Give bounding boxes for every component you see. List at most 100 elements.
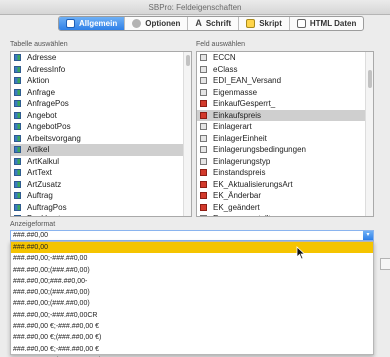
field-icon (200, 203, 207, 211)
list-item-label: Einstandspreis (213, 168, 266, 178)
tables-scrollbar[interactable] (183, 52, 191, 216)
table-icon (14, 65, 21, 73)
field-icon (200, 180, 207, 188)
list-item-label: EK_Änderbar (213, 191, 262, 201)
list-item-label: ArtZusatz (27, 179, 62, 189)
format-option[interactable]: ###.##0,00 €;(###.##0,00 €) (11, 332, 373, 343)
font-icon: A (195, 18, 202, 28)
list-item[interactable]: Eigenmasse (197, 87, 373, 99)
field-icon (200, 157, 207, 165)
list-item-label: EK_AktualisierungsArt (213, 179, 293, 189)
table-icon (14, 180, 21, 188)
list-item[interactable]: EinkaufGesperrt_ (197, 98, 373, 110)
tab-font[interactable]: A Schrift (188, 17, 240, 30)
format-option[interactable]: ###.##0,00 €;-###.##0,00 € (11, 321, 373, 332)
format-combobox[interactable]: ###.##0,00 ▾ (10, 230, 374, 241)
field-icon (200, 169, 207, 177)
field-icon (200, 77, 207, 85)
format-label: Anzeigeformat (10, 221, 56, 228)
fields-scroll-thumb[interactable] (368, 70, 372, 88)
list-item[interactable]: Auftrag (11, 190, 191, 202)
chevron-down-icon[interactable]: ▾ (363, 231, 373, 240)
options-icon (132, 19, 142, 28)
list-item[interactable]: Einlagerart (197, 121, 373, 133)
list-item[interactable]: Anfrage (11, 87, 191, 99)
list-item[interactable]: eClass (197, 64, 373, 76)
tab-script[interactable]: Skript (239, 17, 290, 30)
list-item[interactable]: ArtZusatz (11, 179, 191, 191)
list-item-label: Euro_umgestellt (213, 214, 271, 216)
tab-script-label: Skript (259, 19, 282, 28)
field-icon (200, 111, 207, 119)
format-option[interactable]: ###.##0,00;-###.##0,00CR (11, 310, 373, 321)
format-option[interactable]: ###.##0,00;(###.##0,00) (11, 287, 373, 298)
list-item[interactable]: ArtKalkul (11, 156, 191, 168)
list-item-label: AdressInfo (27, 64, 66, 74)
tab-options[interactable]: Optionen (125, 17, 189, 30)
list-item[interactable]: ECCN (197, 52, 373, 64)
field-icon (200, 146, 207, 154)
list-item-label: AuftragPos (27, 202, 67, 212)
list-item[interactable]: Euro_umgestellt (197, 213, 373, 216)
list-item[interactable]: Aktion (11, 75, 191, 87)
tables-scroll-thumb[interactable] (186, 55, 190, 66)
format-option[interactable]: ###.##0,00 (11, 242, 373, 254)
list-item[interactable]: EinlagerEinheit (197, 133, 373, 145)
list-item-label: Einlagerart (213, 122, 252, 132)
list-item[interactable]: Einstandspreis (197, 167, 373, 179)
list-item[interactable]: Arbeitsvorgang (11, 133, 191, 145)
list-item[interactable]: AdressInfo (11, 64, 191, 76)
list-item-label: EinlagerEinheit (213, 133, 267, 143)
tab-general[interactable]: Allgemein (59, 17, 126, 30)
list-item[interactable]: EK_AktualisierungsArt (197, 179, 373, 191)
list-item-label: AnfragePos (27, 99, 69, 109)
window-title: SBPro: Feldeigenschaften (0, 0, 390, 15)
fields-list[interactable]: ECCN eClass EDI_EAN_Versand Eigenmasse Einka… (196, 51, 374, 217)
list-item[interactable]: Einlagerungsbedingungen (197, 144, 373, 156)
list-item[interactable]: AngebotPos (11, 121, 191, 133)
side-button[interactable] (380, 258, 390, 270)
format-option[interactable]: ###.##0,00;-###.##0,00 (11, 253, 373, 264)
list-item-label: EinkaufGesperrt_ (213, 99, 276, 109)
tab-html-data[interactable]: HTML Daten (290, 17, 364, 30)
list-item[interactable]: Artikel (11, 144, 191, 156)
field-icon (200, 134, 207, 142)
list-item[interactable]: AnfragePos (11, 98, 191, 110)
list-item[interactable]: EK_geändert (197, 202, 373, 214)
list-item[interactable]: Adresse (11, 52, 191, 64)
table-icon (14, 123, 21, 131)
list-item-label: ArtKalkul (27, 156, 60, 166)
format-option[interactable]: ###.##0,00;###.##0,00- (11, 276, 373, 287)
list-item[interactable]: Einkaufspreis (197, 109, 373, 121)
list-item-label: Arbeitsvorgang (27, 133, 81, 143)
field-icon (200, 88, 207, 96)
list-item[interactable]: EK_Änderbar (197, 190, 373, 202)
list-item[interactable]: AuftragPos (11, 202, 191, 214)
format-option[interactable]: ###.##0,00;(###.##0,00) (11, 265, 373, 276)
list-item[interactable]: Einlagerungstyp (197, 156, 373, 168)
fields-scrollbar[interactable] (365, 52, 373, 216)
list-item-label: ArtText (27, 168, 52, 178)
format-option[interactable]: ###.##0,00 €;-###.##0,00 € (11, 344, 373, 355)
list-item[interactable]: Bankkonto (11, 213, 191, 216)
list-item-label: AngebotPos (27, 122, 71, 132)
tables-list[interactable]: Adresse AdressInfo Aktion Anfrage AnfragePos… (10, 51, 192, 217)
list-item[interactable]: EDI_EAN_Versand (197, 75, 373, 87)
format-option[interactable]: ###.##0,00;(###.##0,00) (11, 298, 373, 309)
general-icon (66, 19, 75, 28)
field-icon (200, 215, 207, 216)
list-item[interactable]: Angebot (11, 110, 191, 122)
field-icon (200, 100, 207, 108)
table-icon (14, 100, 21, 108)
list-item-label: Artikel (27, 145, 50, 155)
list-item-label: EDI_EAN_Versand (213, 76, 282, 86)
tab-html-data-label: HTML Daten (309, 19, 357, 28)
list-item-label: EK_geändert (213, 202, 260, 212)
field-icon (200, 65, 207, 73)
list-item[interactable]: ArtText (11, 167, 191, 179)
table-icon (14, 215, 21, 216)
tab-bar: Allgemein Optionen A Schrift Skript HTML… (58, 16, 365, 31)
table-icon (14, 77, 21, 85)
field-properties-window: SBPro: Feldeigenschaften Allgemein Optio… (0, 0, 390, 357)
table-icon (14, 146, 21, 154)
